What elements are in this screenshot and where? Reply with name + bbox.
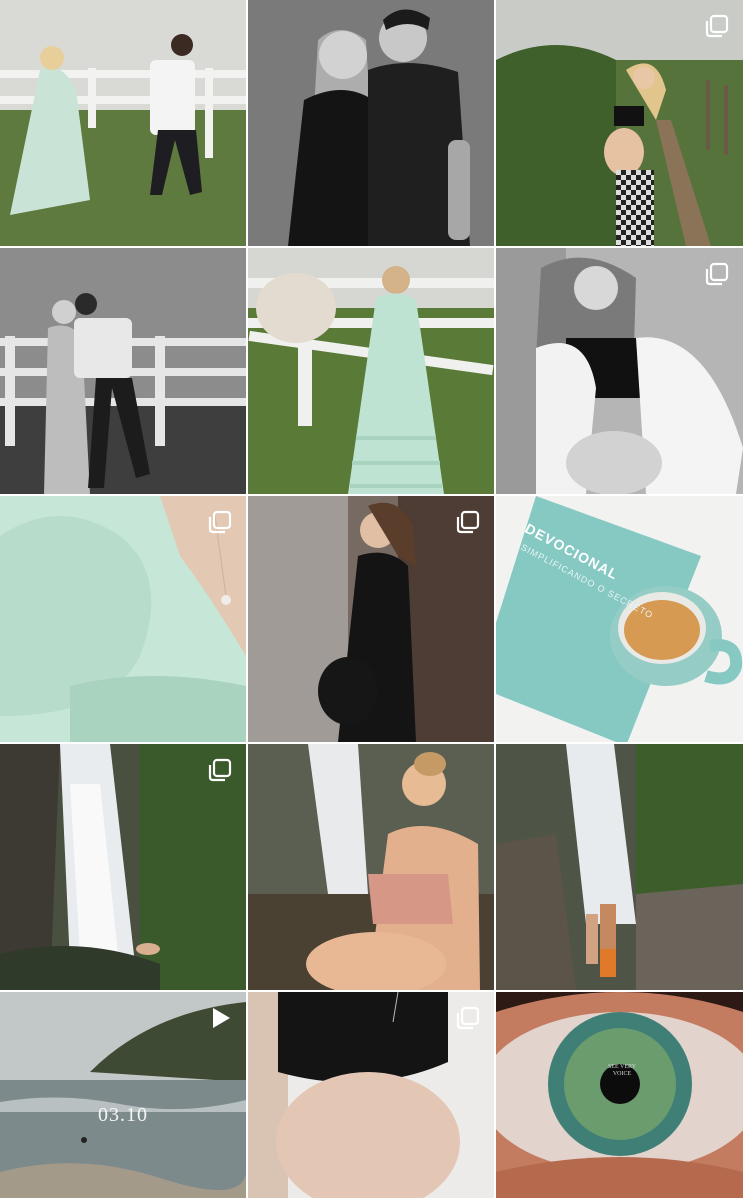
profile-post-grid: DEVOCIONAL SIMPLIFICANDO O SECRETO 03.10… — [0, 0, 743, 1200]
post-tile-dress-closeup[interactable] — [0, 496, 246, 742]
post-image-mint-dress — [248, 248, 494, 494]
post-tile-devotional-coffee[interactable]: DEVOCIONAL SIMPLIFICANDO O SECRETO — [496, 496, 743, 742]
beach-date-overlay: 03.10 — [98, 1104, 148, 1126]
post-tile-gingham-bikini[interactable] — [248, 744, 494, 990]
post-tile-eye-closeup[interactable]: SEE VERY VOICE — [496, 992, 743, 1198]
post-tile-beach[interactable]: 03.10 — [0, 992, 246, 1198]
post-tile-belly-selfie[interactable] — [248, 992, 494, 1198]
carousel-icon — [208, 510, 232, 534]
carousel-icon — [456, 510, 480, 534]
post-tile-couple-fence-bw[interactable] — [0, 248, 246, 494]
carousel-icon — [208, 758, 232, 782]
post-tile-couple-field[interactable] — [0, 0, 246, 246]
reel-play-icon — [208, 1006, 232, 1030]
post-image-gingham-bikini — [248, 744, 494, 990]
carousel-icon — [456, 1006, 480, 1030]
post-image-couple-field — [0, 0, 246, 246]
post-tile-black-dress[interactable] — [248, 496, 494, 742]
carousel-icon — [705, 14, 729, 38]
post-tile-waterfall-wide[interactable] — [0, 744, 246, 990]
post-image-waterfall-couple — [496, 744, 743, 990]
post-tile-belly-bw[interactable] — [496, 248, 743, 494]
eye-reflection-text: SEE VERY VOICE — [607, 1064, 637, 1077]
post-image-eye-closeup — [496, 992, 743, 1198]
post-tile-waterfall-couple[interactable] — [496, 744, 743, 990]
post-image-couple-bw — [248, 0, 494, 246]
post-tile-mint-dress[interactable] — [248, 248, 494, 494]
carousel-icon — [705, 262, 729, 286]
post-tile-couple-bw[interactable] — [248, 0, 494, 246]
post-image-couple-fence-bw — [0, 248, 246, 494]
post-tile-dirt-road[interactable] — [496, 0, 743, 246]
